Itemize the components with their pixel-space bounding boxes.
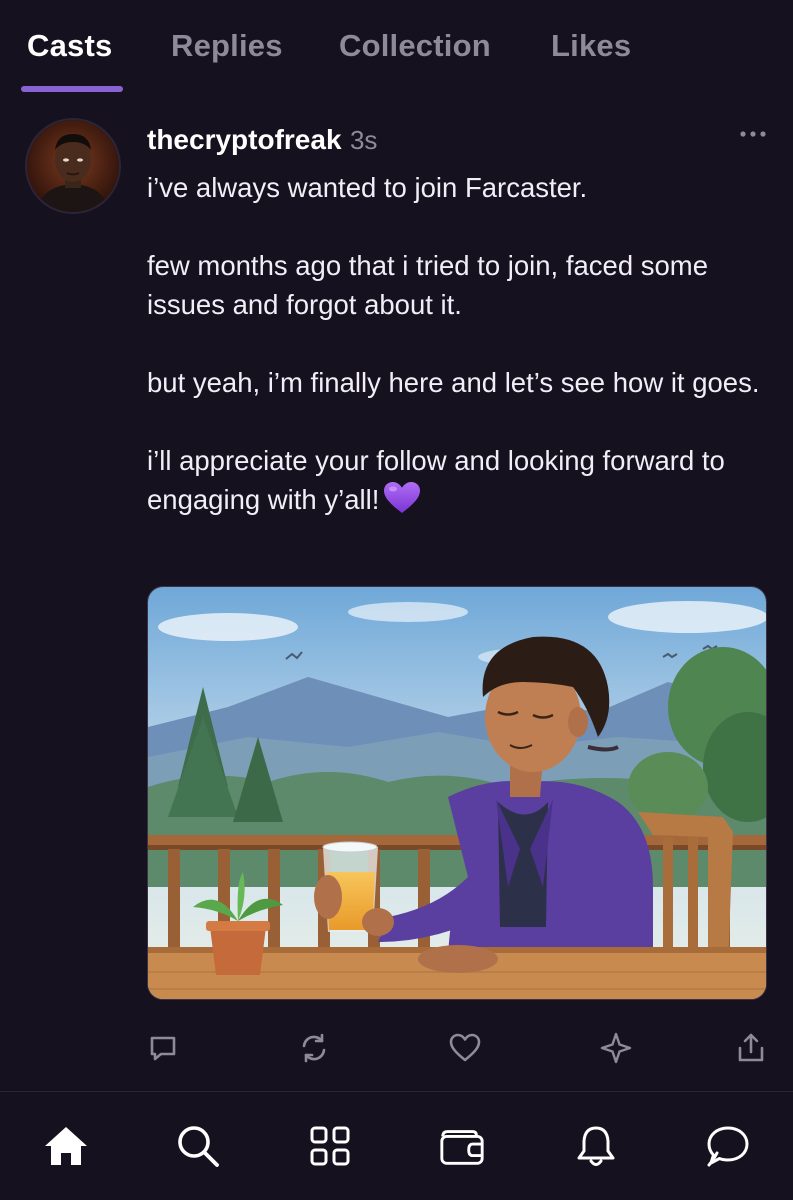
nav-messages[interactable] <box>704 1122 752 1170</box>
nav-search[interactable] <box>174 1122 222 1170</box>
home-icon <box>45 1127 87 1165</box>
search-icon <box>178 1126 219 1167</box>
ellipsis-icon <box>740 131 766 137</box>
wallet-icon <box>440 1130 484 1165</box>
more-options-button[interactable] <box>737 122 769 146</box>
bookmark-button[interactable] <box>598 1030 634 1066</box>
heart-icon <box>449 1033 481 1062</box>
cast-image[interactable] <box>147 586 767 1000</box>
nav-home[interactable] <box>42 1122 90 1170</box>
nav-apps[interactable] <box>306 1122 354 1170</box>
nav-notifications[interactable] <box>572 1122 620 1170</box>
messages-icon <box>707 1126 749 1167</box>
like-button[interactable] <box>447 1030 483 1066</box>
reply-button[interactable] <box>145 1030 181 1066</box>
purple-heart-emoji-icon <box>383 481 421 525</box>
apps-grid-icon <box>310 1126 350 1166</box>
tab-likes[interactable]: Likes <box>551 28 631 64</box>
cast-paragraph-text: i’ll appreciate your follow and looking … <box>147 445 725 515</box>
username[interactable]: thecryptofreak <box>147 124 342 155</box>
tab-casts[interactable]: Casts <box>27 28 112 64</box>
avatar-image <box>27 120 119 212</box>
recast-icon <box>302 1033 326 1063</box>
active-tab-indicator <box>21 86 123 92</box>
cast-header: thecryptofreak 3s <box>147 124 377 156</box>
bell-icon <box>577 1126 615 1166</box>
reply-icon <box>150 1036 176 1061</box>
sparkle-icon <box>600 1032 632 1064</box>
tab-collection[interactable]: Collection <box>339 28 491 64</box>
illustration-man-with-juice-on-balcony <box>148 587 766 999</box>
cast-paragraph: but yeah, i’m finally here and let’s see… <box>147 367 760 398</box>
nav-divider <box>0 1091 793 1092</box>
profile-tabs: Casts Replies Collection Likes <box>0 0 793 100</box>
cast-paragraph: i’ve always wanted to join Farcaster. <box>147 172 588 203</box>
cast-paragraph: few months ago that i tried to join, fac… <box>147 250 708 320</box>
cast-paragraph-last: i’ll appreciate your follow and looking … <box>147 441 777 525</box>
nav-wallet[interactable] <box>438 1122 486 1170</box>
recast-button[interactable] <box>296 1030 332 1066</box>
avatar[interactable] <box>25 118 121 214</box>
share-icon <box>738 1033 764 1062</box>
timestamp: 3s <box>349 125 378 155</box>
cast-text: i’ve always wanted to join Farcaster. fe… <box>147 168 777 525</box>
profile-casts-screen: Casts Replies Collection Likes thecrypto… <box>0 0 793 1200</box>
tab-replies[interactable]: Replies <box>171 28 283 64</box>
share-button[interactable] <box>733 1030 769 1066</box>
